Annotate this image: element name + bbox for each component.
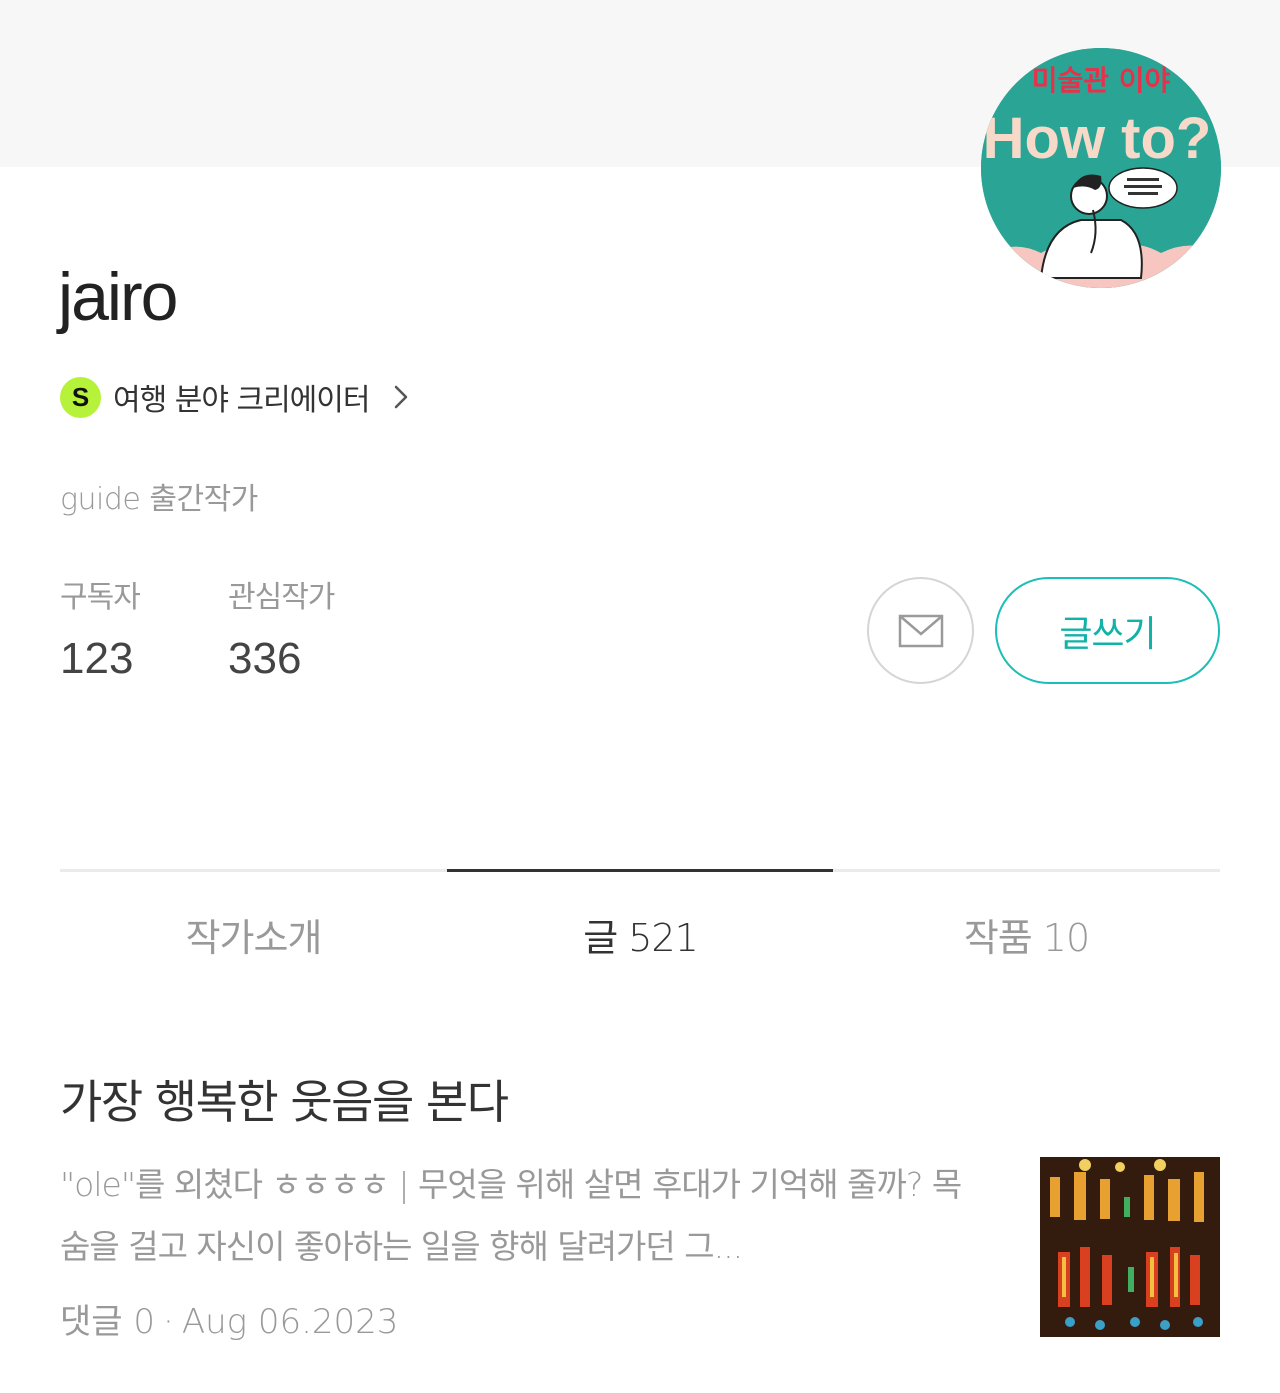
tab-author-intro[interactable]: 작가소개	[60, 907, 447, 962]
post-thumbnail[interactable]	[1040, 1157, 1220, 1337]
following-count: 336	[228, 634, 302, 683]
subscribers-label: 구독자	[60, 580, 141, 615]
post-meta: 댓글 0 · Aug 06.2023	[60, 1294, 398, 1343]
tab-works[interactable]: 작품 10	[833, 907, 1220, 962]
creator-s-icon: S	[60, 376, 101, 418]
message-button[interactable]	[867, 577, 974, 684]
following-stat[interactable]: 관심작가 336	[228, 572, 335, 684]
chevron-right-icon	[395, 385, 408, 409]
tab-active-indicator	[447, 869, 833, 872]
avatar-top-text: 미술관 이야	[1032, 64, 1171, 97]
post-comments: 댓글 0	[60, 1302, 155, 1342]
creator-label: 여행 분야 크리에이터	[113, 383, 370, 418]
following-label: 관심작가	[228, 580, 335, 615]
avatar[interactable]: 미술관 이야 How to?	[981, 48, 1221, 288]
post-excerpt: "ole"를 외쳤다 ㅎㅎㅎㅎ | 무엇을 위해 살면 후대가 기억해 줄까? …	[60, 1165, 962, 1266]
subscribers-stat[interactable]: 구독자 123	[60, 572, 141, 684]
write-button[interactable]: 글쓰기	[995, 577, 1220, 684]
subscribers-count: 123	[60, 634, 134, 683]
author-name: jairo	[58, 259, 178, 335]
avatar-title-text: How to?	[983, 106, 1212, 171]
avatar-illustration: 미술관 이야 How to?	[981, 48, 1221, 288]
meta-separator: ·	[163, 1302, 174, 1342]
profile-page: 미술관 이야 How to? jairo S 여행 분야 크리에이터 guide…	[0, 0, 1280, 1393]
author-description: guide 출간작가	[60, 482, 258, 517]
creator-badge[interactable]: S 여행 분야 크리에이터	[60, 376, 409, 418]
post-item[interactable]: 가장 행복한 웃음을 본다 "ole"를 외쳤다 ㅎㅎㅎㅎ | 무엇을 위해 살…	[60, 1072, 1220, 1342]
profile-tabs: 작가소개 글 521 작품 10	[60, 869, 1220, 979]
stained-glass-image	[1040, 1157, 1220, 1337]
post-date: Aug 06.2023	[181, 1302, 399, 1342]
post-title: 가장 행복한 웃음을 본다	[60, 1075, 509, 1129]
mail-icon	[898, 614, 943, 647]
tab-posts[interactable]: 글 521	[447, 907, 834, 962]
